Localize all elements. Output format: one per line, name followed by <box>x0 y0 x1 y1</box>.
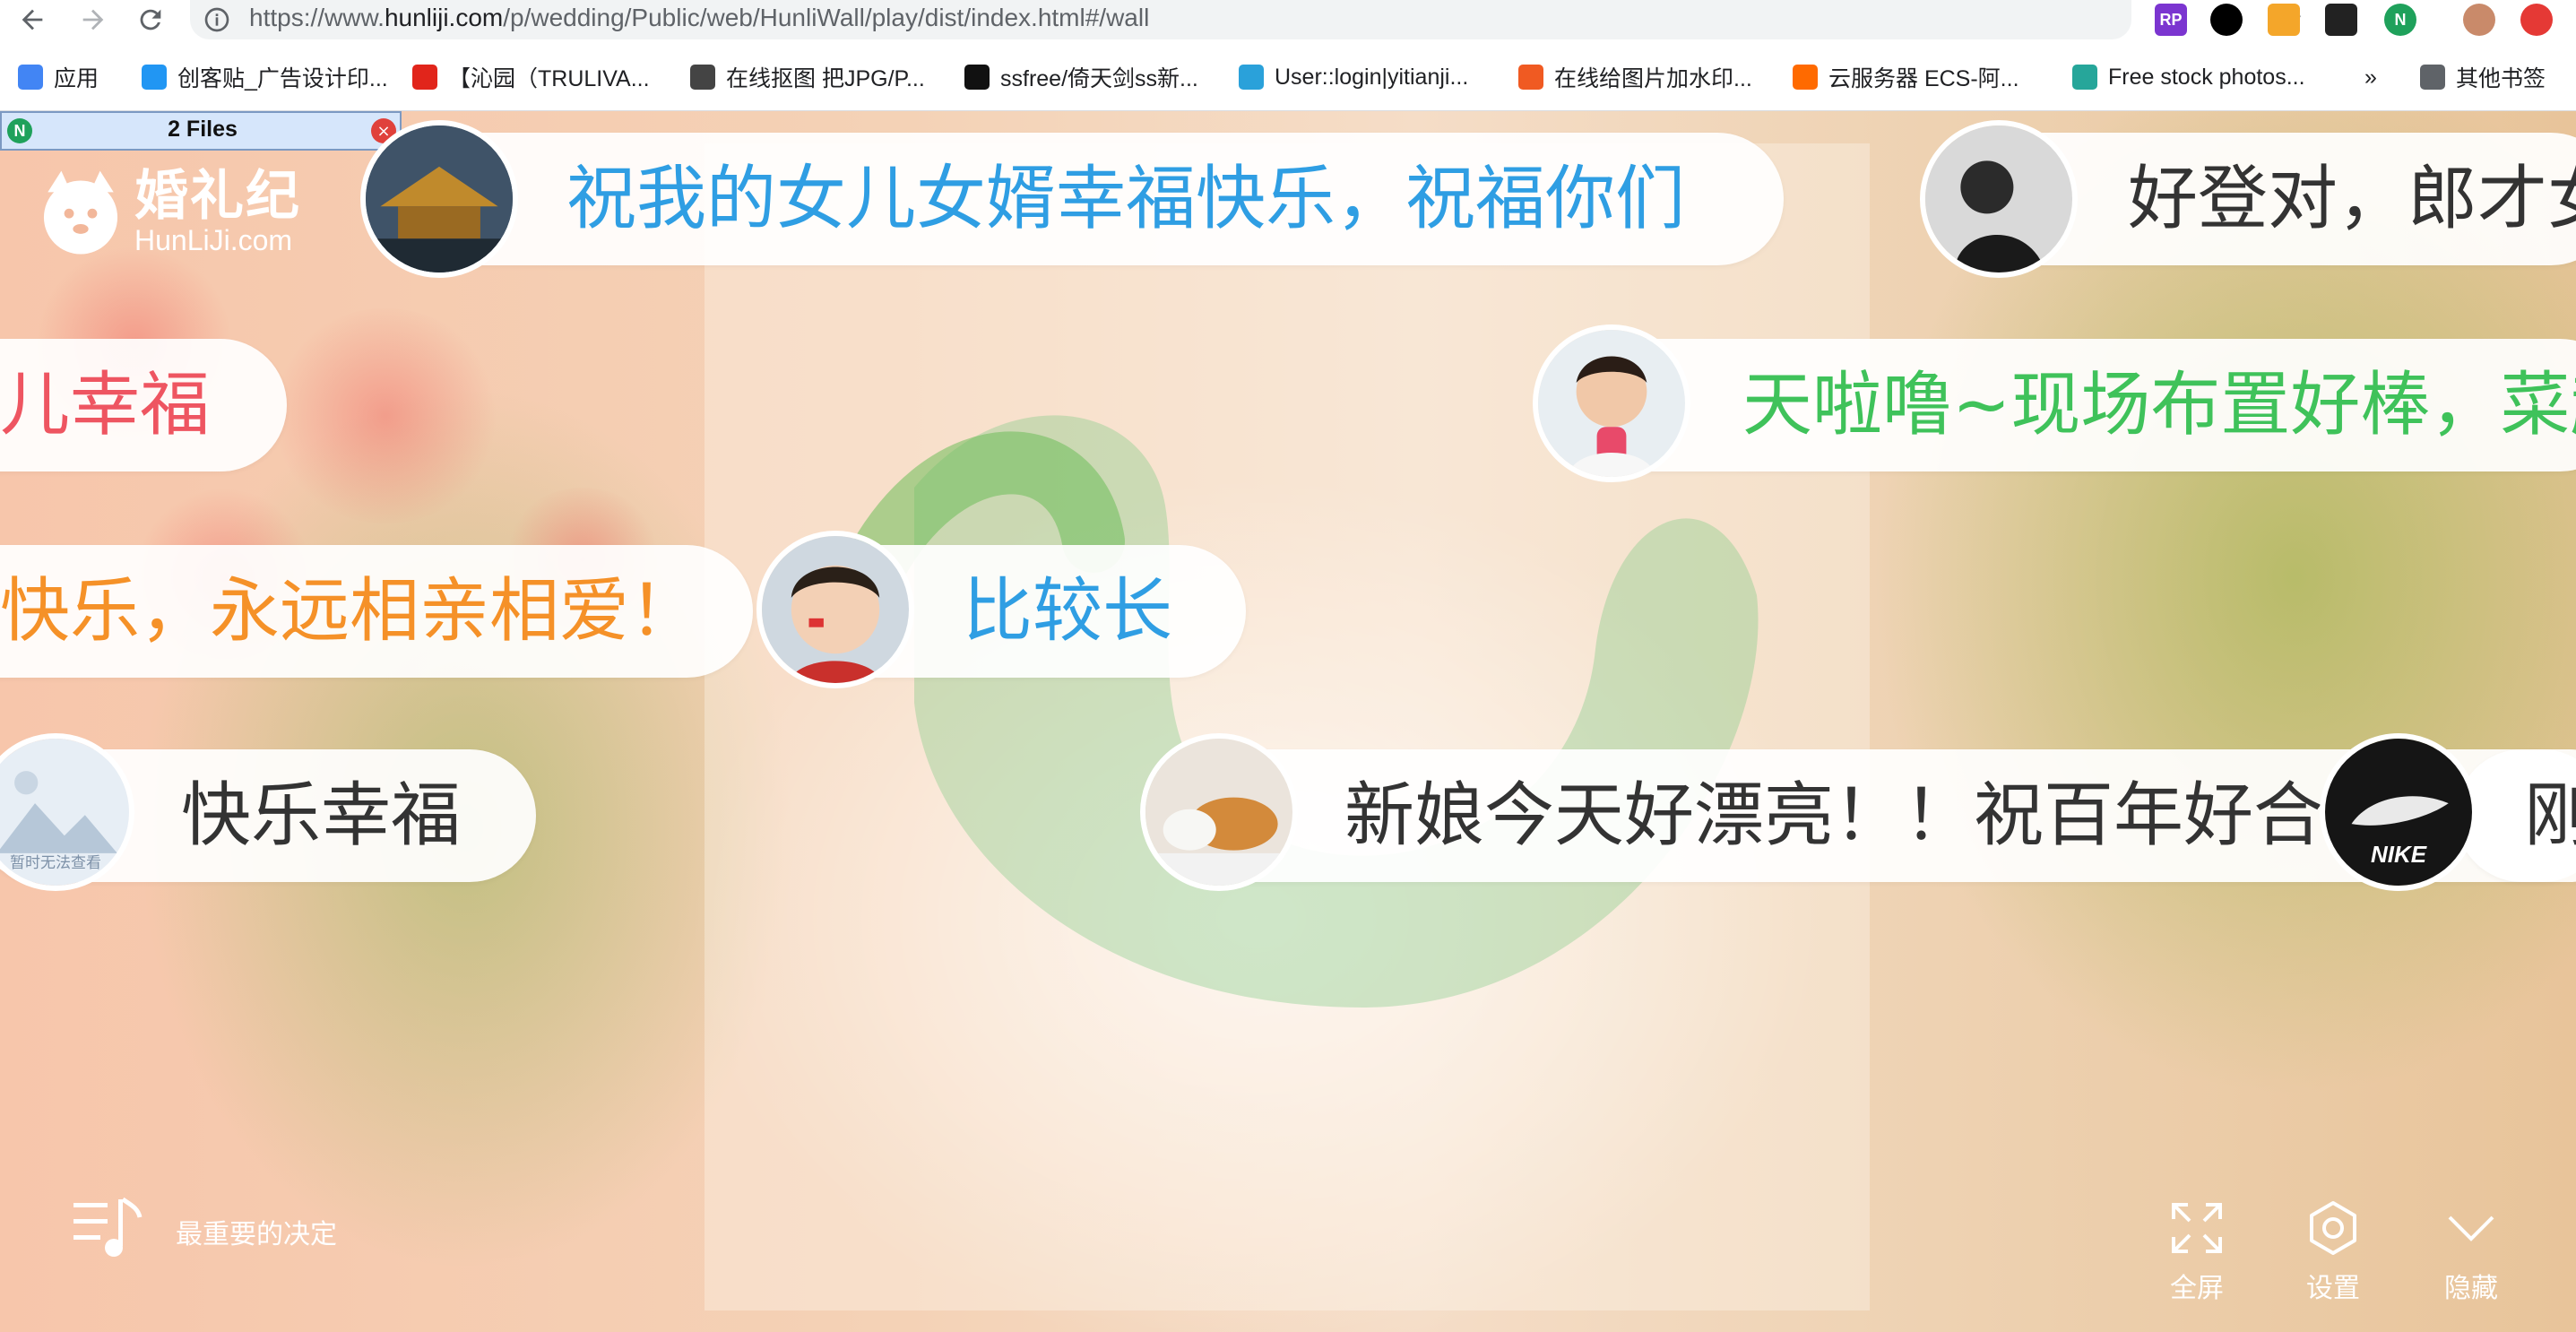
bookmark-label: 应用 <box>54 66 99 91</box>
url-path: /p/wedding/Public/web/HunliWall/play/dis… <box>503 4 1150 31</box>
globe-icon <box>690 65 715 90</box>
avatar <box>1140 733 1298 891</box>
url-prefix: https://www. <box>249 4 385 31</box>
logo-text: 婚礼纪 HunLiJi.com <box>134 168 301 255</box>
blossom-decoration <box>269 308 502 523</box>
other-bookmarks-label: 其他书签 <box>2456 66 2546 91</box>
avatar <box>756 531 914 688</box>
bookmarks-overflow-button[interactable]: » <box>2364 61 2377 93</box>
profile-avatar-icon[interactable] <box>2463 4 2495 36</box>
back-arrow-icon <box>22 9 43 30</box>
danmaku-bubble: 儿幸福 <box>0 339 287 471</box>
settings-label: 设置 <box>2306 1273 2360 1304</box>
record-extension-icon[interactable] <box>2210 4 2243 36</box>
danmaku-text: 好登对，郎才女貌 <box>2128 159 2576 239</box>
gear-icon <box>2310 1201 2356 1255</box>
forward-button[interactable] <box>70 0 117 39</box>
danmaku-text: 儿幸福 <box>0 365 211 445</box>
bookmark-label: 创客贴_广告设计印... <box>177 66 388 91</box>
avatar <box>1920 120 2078 278</box>
bookmark-item[interactable]: 云服务器 ECS-阿... <box>1793 61 2019 93</box>
bookmark-item[interactable]: ssfree/倚天剑ss新... <box>964 61 1198 93</box>
red-arrow-extension-icon[interactable] <box>2520 4 2553 36</box>
danmaku-text: 天啦噜~现场布置好棒，菜超好吃 <box>1742 365 2576 445</box>
files-extension-bar[interactable]: N 2 Files × <box>0 111 402 151</box>
nike-logo-text: NIKE <box>2370 841 2427 868</box>
avatar <box>360 120 518 278</box>
back-button[interactable] <box>9 0 56 39</box>
github-icon <box>964 65 990 90</box>
bookmark-label: 在线抠图 把JPG/P... <box>726 66 925 91</box>
bookmark-label: 【沁园（TRULIVA... <box>448 66 650 91</box>
danmaku-bubble: 快乐，永远相亲相爱！ <box>0 545 753 678</box>
bookmark-label: User::login|yitianji... <box>1275 64 1469 90</box>
watermark-icon <box>1518 65 1543 90</box>
bookmark-item[interactable]: 应用 <box>18 61 99 93</box>
message-wall: 婚礼纪 HunLiJi.com N 2 Files × 祝我的女儿女婿幸福快乐，… <box>0 111 2576 1332</box>
bookmark-item[interactable]: 【沁园（TRULIVA... <box>412 61 650 93</box>
bookmarks-bar: 应用 创客贴_广告设计印... 【沁园（TRULIVA... 在线抠图 把JPG/P.… <box>0 56 2576 100</box>
bookmark-item[interactable]: User::login|yitianji... <box>1239 61 1468 93</box>
color-grid-extension-icon[interactable] <box>2268 4 2300 36</box>
logo-cn: 婚礼纪 <box>134 165 301 228</box>
sleeping-dog-icon <box>1145 739 1292 886</box>
now-playing-song[interactable]: 最重要的决定 <box>176 1212 337 1251</box>
fullscreen-icon <box>2172 1203 2222 1253</box>
hide-button[interactable]: 隐藏 <box>2422 1199 2520 1305</box>
fullscreen-label: 全屏 <box>2170 1273 2224 1304</box>
hide-label: 隐藏 <box>2444 1273 2498 1304</box>
danmaku-text: 快乐，永远相亲相爱！ <box>0 571 700 652</box>
bookmark-item[interactable]: 在线给图片加水印... <box>1518 61 1752 93</box>
settings-button[interactable]: 设置 <box>2284 1199 2382 1305</box>
fullscreen-button[interactable]: 全屏 <box>2148 1199 2246 1305</box>
info-icon[interactable] <box>203 5 231 34</box>
jd-icon <box>412 65 437 90</box>
address-bar[interactable]: https://www.hunliji.com/p/wedding/Public… <box>190 0 2301 39</box>
bookmark-label: 在线给图片加水印... <box>1554 66 1752 91</box>
apps-grid-icon <box>18 65 43 90</box>
avatar-caption: 暂时无法查看 <box>10 854 101 872</box>
danmaku-bubble: 祝我的女儿女婿幸福快乐，祝福你们 <box>369 133 1784 265</box>
bw-portrait-icon <box>1925 125 2072 272</box>
reload-icon <box>140 9 161 30</box>
dog-logo-icon <box>43 170 118 255</box>
danmaku-text: 刚 <box>2524 775 2576 856</box>
danmaku-bubble: 天啦噜~现场布置好棒，菜超好吃 <box>1551 339 2576 471</box>
avatar <box>1533 324 1690 482</box>
bookmark-item[interactable]: 创客贴_广告设计印... <box>142 61 388 93</box>
bookmark-item[interactable]: Free stock photos... <box>2072 61 2305 93</box>
child-eating-icon <box>1538 330 1685 477</box>
playlist-music-icon[interactable] <box>72 1196 143 1258</box>
hunliji-logo: 婚礼纪 HunLiJi.com <box>32 163 301 260</box>
bookmark-label: 云服务器 ECS-阿... <box>1828 66 2019 91</box>
url-domain: hunliji.com <box>384 4 504 31</box>
url-text[interactable]: https://www.hunliji.com/p/wedding/Public… <box>249 4 1149 32</box>
aliyun-icon <box>1793 65 1818 90</box>
files-count-label: 2 Files <box>168 117 238 142</box>
bookmark-label: Free stock photos... <box>2108 64 2305 90</box>
danmaku-text: 新娘今天好漂亮！！祝百年好合 <box>1344 775 2324 856</box>
danmaku-text: 祝我的女儿女婿幸福快乐，祝福你们 <box>566 159 1686 239</box>
browser-chrome: https://www.hunliji.com/p/wedding/Public… <box>0 0 2576 111</box>
axure-rp-extension-icon[interactable]: RP <box>2155 4 2187 36</box>
pexels-icon <box>2072 65 2097 90</box>
danmaku-text: 快乐幸福 <box>181 775 462 856</box>
other-bookmarks-folder[interactable]: 其他书签 <box>2420 61 2546 93</box>
child-facepaint-icon <box>762 536 909 683</box>
logo-en: HunLiJi.com <box>134 224 293 256</box>
forward-arrow-icon <box>82 9 104 30</box>
avatar: NIKE <box>2320 733 2477 891</box>
dark-mode-extension-icon[interactable] <box>2325 4 2357 36</box>
palace-photo-icon <box>366 125 513 272</box>
bookmark-label: ssfree/倚天剑ss新... <box>1000 66 1198 91</box>
chevron-down-icon <box>2448 1215 2494 1241</box>
chuangketie-icon <box>142 65 167 90</box>
bookmark-item[interactable]: 在线抠图 把JPG/P... <box>690 61 925 93</box>
folder-icon <box>2420 65 2445 90</box>
n-extension-icon[interactable]: N <box>2384 4 2416 36</box>
danmaku-text: 比较长 <box>963 571 1173 652</box>
telegram-icon <box>1239 65 1264 90</box>
reload-button[interactable] <box>127 0 174 39</box>
